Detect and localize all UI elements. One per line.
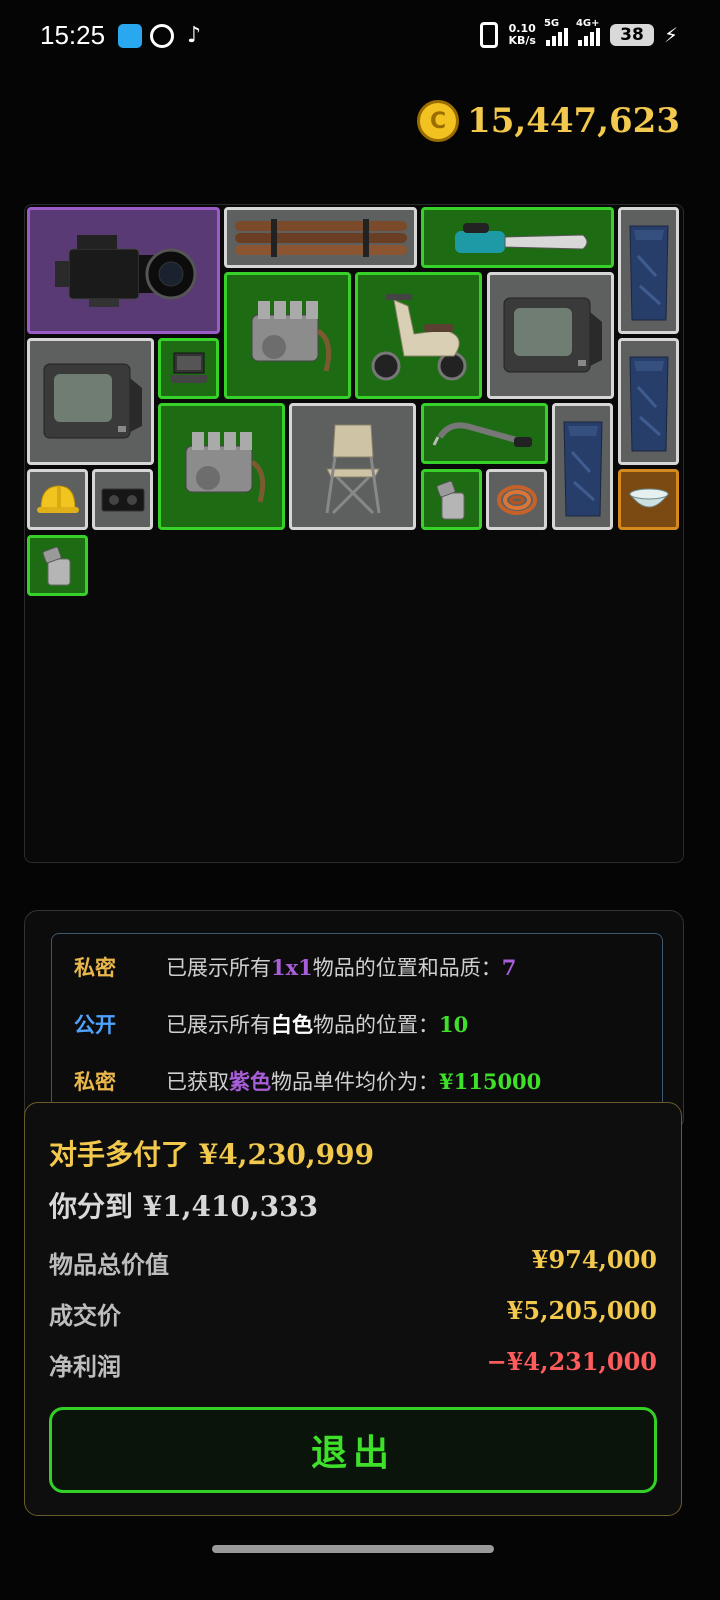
item-cinema-camera[interactable] [27, 207, 220, 334]
item-engine[interactable] [224, 272, 351, 399]
coin-balance: 15,447,623 [417, 100, 680, 142]
item-chainsaw[interactable] [421, 207, 614, 268]
status-bar: 15:25 ♪ 0.10 KB/s 5G 4G+ 38 ⚡ [0, 0, 720, 76]
item-scooter[interactable] [355, 272, 482, 399]
deal-price: ¥5,205,000 [506, 1296, 657, 1325]
blue-bag-icon [562, 421, 603, 516]
zippo-lighter-icon [435, 480, 464, 519]
item-blue-bag[interactable] [618, 207, 679, 334]
deal-price-label: 成交价 [49, 1301, 121, 1330]
signal-4g-icon: 4G+ [576, 18, 600, 46]
intel-text: 已展示所有白色物品的位置：10 [166, 1012, 469, 1037]
system-indicators: 0.10 KB/s 5G 4G+ 38 ⚡ [480, 18, 678, 48]
intel-list: 私密 已展示所有1x1物品的位置和品质：7 公开 已展示所有白色物品的位置：10 私… [51, 933, 663, 1124]
cinema-camera-icon [54, 234, 196, 307]
coin-value: 15,447,623 [467, 101, 680, 141]
intel-text: 已获取紫色物品单件均价为：¥115000 [166, 1069, 542, 1094]
total-value-row: 物品总价值 ¥974,000 [49, 1245, 657, 1280]
your-share: 你分到 ¥1,410,333 [49, 1190, 319, 1223]
blue-bag-icon [628, 356, 669, 451]
welding-torch-icon [432, 421, 532, 447]
item-laptop[interactable] [158, 338, 219, 399]
signal-4g-label: 4G+ [575, 18, 600, 29]
item-hard-hat[interactable] [27, 469, 88, 530]
settlement-panel: 对手多付了 ¥4,230,999 你分到 ¥1,410,333 物品总价值 ¥9… [24, 1102, 682, 1516]
network-speed: 0.10 KB/s [508, 23, 535, 47]
inventory-grid [24, 204, 684, 863]
signal-5g-label: 5G [543, 18, 560, 29]
notification-icons: ♪ [118, 24, 206, 48]
blue-bag-icon [628, 225, 669, 320]
weather-app-icon [118, 24, 142, 48]
home-indicator[interactable] [212, 1545, 494, 1553]
vhs-tape-icon [101, 488, 144, 511]
item-blue-bag[interactable] [552, 403, 613, 530]
scooter-icon [371, 293, 466, 380]
folding-chair-icon [325, 424, 380, 514]
total-value: ¥974,000 [531, 1245, 657, 1274]
item-vhs-tape[interactable] [92, 469, 153, 530]
opponent-overpaid: 对手多付了 ¥4,230,999 [49, 1138, 375, 1171]
item-metal-pipes[interactable] [224, 207, 417, 268]
netease-music-icon [150, 24, 174, 48]
battery-icon: 38 [609, 24, 654, 46]
item-zippo-lighter[interactable] [27, 535, 88, 596]
item-welding-torch[interactable] [421, 403, 548, 464]
charging-icon: ⚡ [663, 23, 678, 47]
item-crt-tv[interactable] [487, 272, 614, 399]
engine-icon [185, 431, 265, 503]
net-profit-row: 净利润 −¥4,231,000 [49, 1347, 657, 1382]
item-copper-wire[interactable] [486, 469, 547, 530]
engine-icon [251, 300, 331, 372]
metal-pipes-icon [234, 218, 407, 257]
chainsaw-icon [454, 222, 587, 253]
zippo-lighter-icon [41, 546, 70, 585]
coin-icon [417, 100, 460, 142]
item-folding-chair[interactable] [289, 403, 416, 530]
tiktok-icon: ♪ [186, 23, 202, 48]
porcelain-bowl-icon [628, 488, 669, 507]
signal-5g-icon: 5G [544, 18, 568, 46]
deal-price-row: 成交价 ¥5,205,000 [49, 1296, 657, 1331]
crt-tv-icon [503, 297, 602, 372]
item-porcelain-bowl[interactable] [618, 469, 679, 530]
clock: 15:25 [40, 20, 106, 50]
laptop-icon [169, 352, 208, 383]
item-blue-bag[interactable] [618, 338, 679, 465]
intel-row: 私密 已获取紫色物品单件均价为：¥115000 [74, 1066, 541, 1096]
hard-hat-icon [36, 484, 79, 513]
intel-row: 公开 已展示所有白色物品的位置：10 [74, 1009, 468, 1039]
vibrate-icon [480, 22, 499, 48]
copper-wire-icon [496, 484, 537, 515]
exit-button[interactable]: 退出 [49, 1407, 657, 1493]
intel-tag-private: 私密 [74, 1069, 116, 1094]
item-engine[interactable] [158, 403, 285, 530]
intel-text: 已展示所有1x1物品的位置和品质：7 [166, 955, 517, 980]
intel-tag-private: 私密 [74, 955, 116, 980]
network-speed-unit: KB/s [508, 34, 536, 47]
net-profit-label: 净利润 [49, 1352, 121, 1381]
total-value-label: 物品总价值 [49, 1250, 169, 1279]
crt-tv-icon [43, 363, 142, 438]
intel-panel: 私密 已展示所有1x1物品的位置和品质：7 公开 已展示所有白色物品的位置：10 私… [24, 910, 684, 1132]
item-zippo-lighter[interactable] [421, 469, 482, 530]
intel-tag-public: 公开 [74, 1012, 116, 1037]
net-profit: −¥4,231,000 [486, 1347, 657, 1376]
intel-row: 私密 已展示所有1x1物品的位置和品质：7 [74, 952, 516, 982]
item-crt-tv[interactable] [27, 338, 154, 465]
